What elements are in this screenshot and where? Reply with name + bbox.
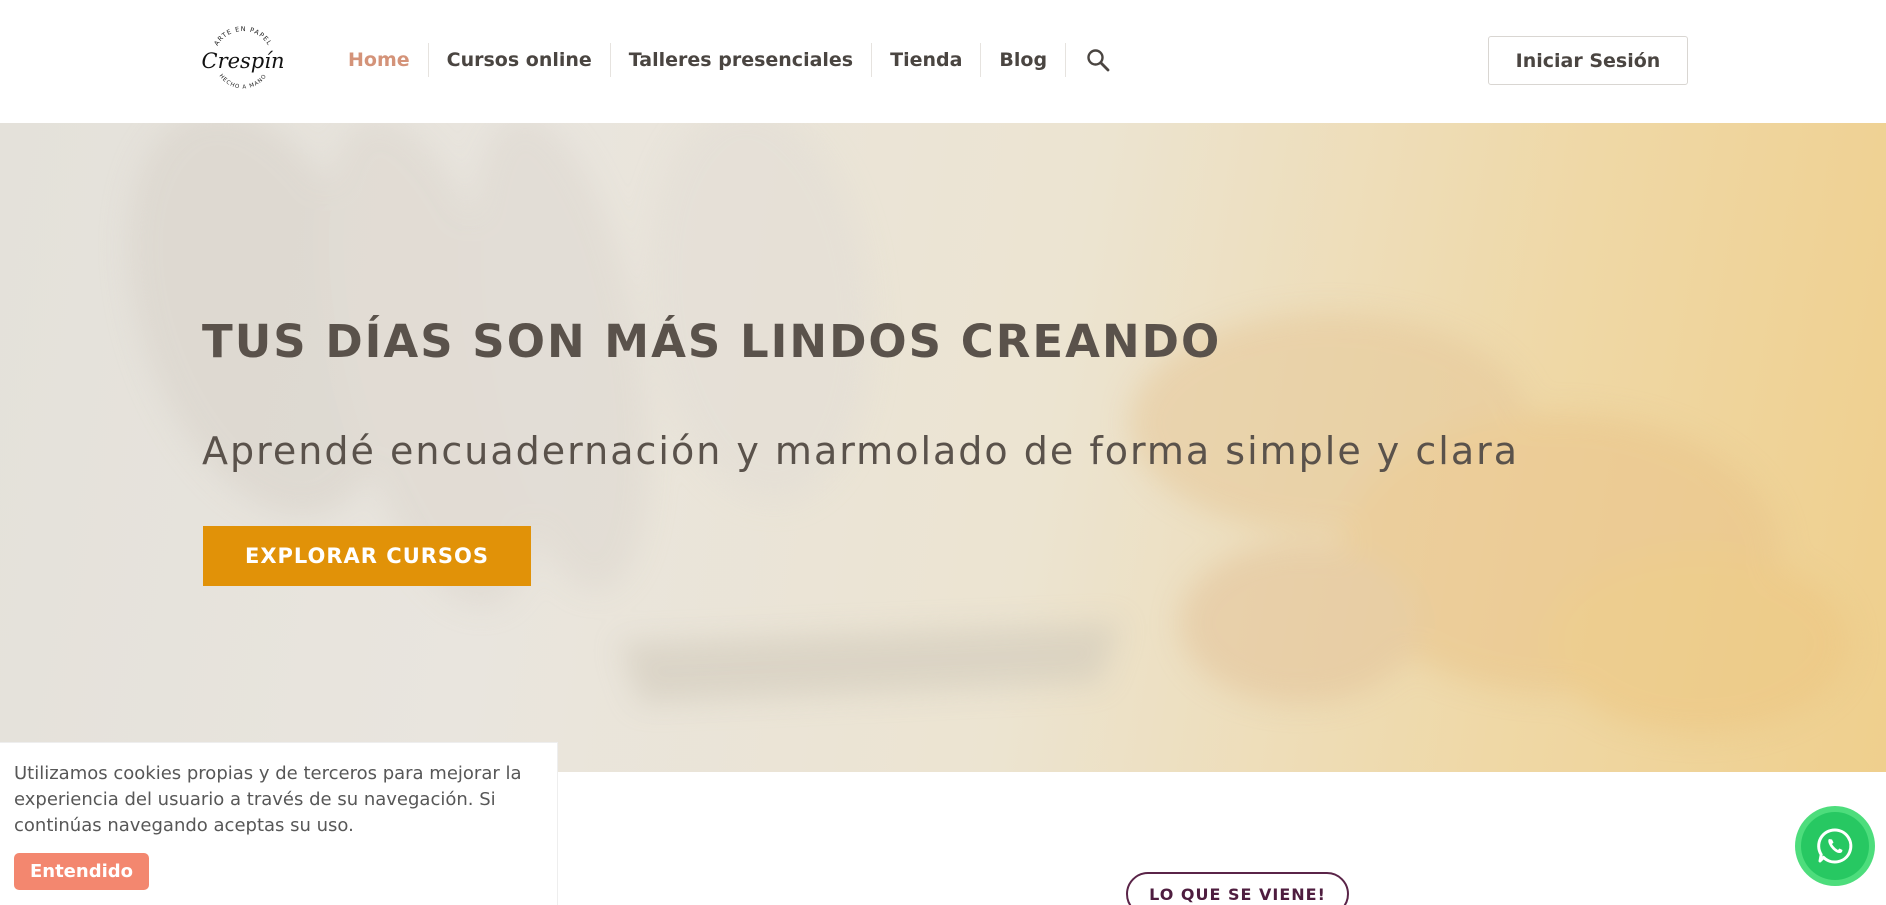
explore-courses-button[interactable]: EXPLORAR CURSOS <box>203 526 531 586</box>
whatsapp-button[interactable] <box>1795 806 1875 886</box>
logo-brand-text: Crespín <box>202 49 284 73</box>
search-icon[interactable] <box>1066 42 1130 78</box>
nav-item-tienda[interactable]: Tienda <box>872 42 980 78</box>
hero-title: TUS DÍAS SON MÁS LINDOS CREANDO <box>202 315 1222 368</box>
hero-subtitle: Aprendé encuadernación y marmolado de fo… <box>202 429 1520 473</box>
logo-bottom-text: HECHO A MANO <box>218 73 268 91</box>
cookie-banner: Utilizamos cookies propias y de terceros… <box>0 742 558 905</box>
main-nav: Home Cursos online Talleres presenciales… <box>330 42 1130 78</box>
whatsapp-icon <box>1801 812 1869 880</box>
nav-item-home[interactable]: Home <box>330 42 428 78</box>
brand-logo[interactable]: ARTE EN PAPEL Crespín HECHO A MANO <box>202 24 284 96</box>
nav-item-cursos-online[interactable]: Cursos online <box>429 42 610 78</box>
svg-text:HECHO A MANO: HECHO A MANO <box>218 73 269 91</box>
upcoming-badge: LO QUE SE VIENE! <box>1126 872 1349 905</box>
site-header: ARTE EN PAPEL Crespín HECHO A MANO Home … <box>0 0 1886 123</box>
svg-text:ARTE EN PAPEL: ARTE EN PAPEL <box>212 25 273 47</box>
hero-section: TUS DÍAS SON MÁS LINDOS CREANDO Aprendé … <box>0 123 1886 772</box>
cookie-text: Utilizamos cookies propias y de terceros… <box>14 763 522 836</box>
login-button[interactable]: Iniciar Sesión <box>1488 36 1688 85</box>
nav-item-talleres-presenciales[interactable]: Talleres presenciales <box>611 42 871 78</box>
nav-item-blog[interactable]: Blog <box>981 42 1065 78</box>
accept-cookies-button[interactable]: Entendido <box>14 853 149 890</box>
logo-top-text: ARTE EN PAPEL <box>212 25 272 47</box>
